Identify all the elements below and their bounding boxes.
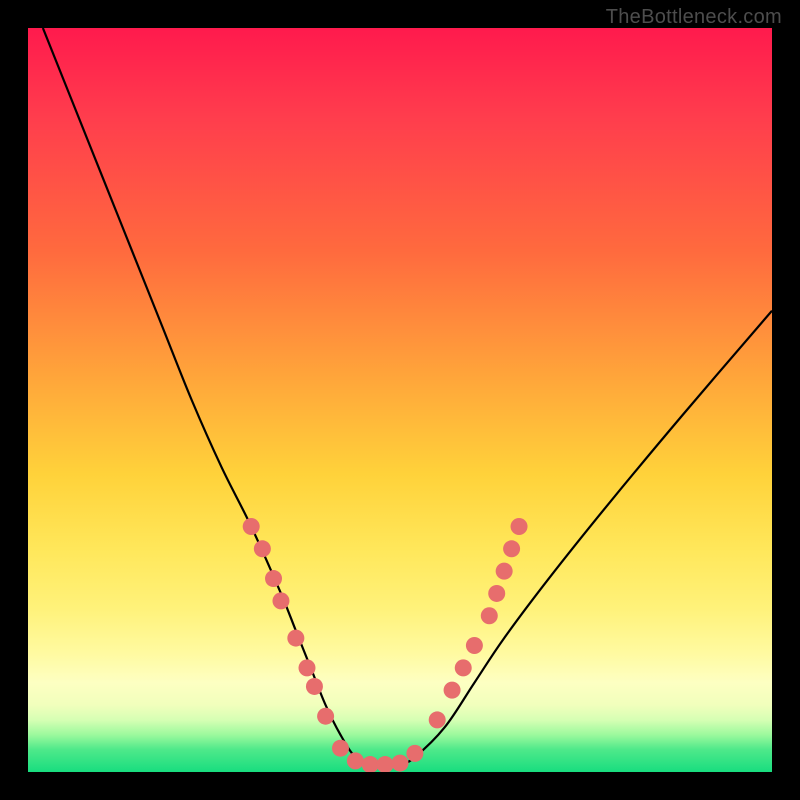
watermark-text: TheBottleneck.com — [606, 6, 782, 29]
marker-dot — [511, 518, 528, 535]
marker-dot — [332, 740, 349, 757]
marker-dot — [455, 659, 472, 676]
marker-dot — [287, 630, 304, 647]
marker-dot — [317, 708, 334, 725]
marker-dot — [272, 592, 289, 609]
curve-layer — [28, 28, 772, 772]
chart-frame: TheBottleneck.com — [0, 0, 800, 800]
marker-dot — [406, 745, 423, 762]
bottleneck-curve — [43, 28, 772, 765]
marker-dot — [254, 540, 271, 557]
curve-markers — [243, 518, 528, 772]
marker-dot — [466, 637, 483, 654]
marker-dot — [299, 659, 316, 676]
marker-dot — [503, 540, 520, 557]
marker-dot — [347, 752, 364, 769]
marker-dot — [243, 518, 260, 535]
marker-dot — [377, 756, 394, 772]
marker-dot — [496, 563, 513, 580]
plot-area — [28, 28, 772, 772]
marker-dot — [362, 756, 379, 772]
marker-dot — [392, 755, 409, 772]
marker-dot — [488, 585, 505, 602]
marker-dot — [265, 570, 282, 587]
marker-dot — [444, 682, 461, 699]
marker-dot — [306, 678, 323, 695]
marker-dot — [481, 607, 498, 624]
marker-dot — [429, 711, 446, 728]
